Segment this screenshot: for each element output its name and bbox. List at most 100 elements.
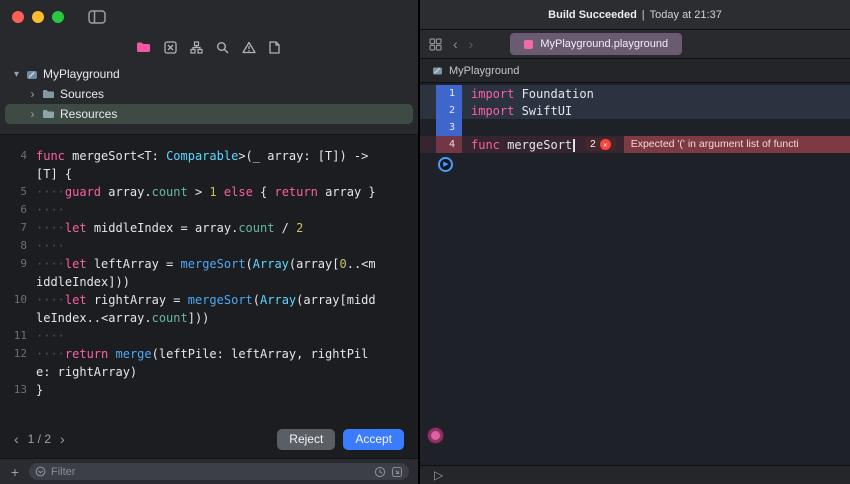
breadcrumb[interactable]: MyPlayground [420, 59, 850, 83]
code-line-12[interactable]: 12····return merge(leftPile: leftArray, … [6, 345, 410, 381]
run-button[interactable]: ▷ [434, 469, 443, 481]
code-line-4[interactable]: 4func mergeSort<T: Comparable>(_ array: … [6, 147, 410, 183]
line-number: 13 [6, 381, 36, 399]
code-text: ····guard array.count > 1 else { return … [36, 183, 381, 201]
search-icon [216, 41, 229, 54]
tree-item-sources[interactable]: › Sources [5, 84, 413, 104]
traffic-lights [12, 11, 64, 23]
editor-layout-button[interactable] [429, 38, 442, 51]
code-line-4[interactable]: 4func mergeSort2✕Expected '(' in argumen… [420, 136, 850, 153]
filter-icon [35, 466, 46, 477]
editor-lines: 1import Foundation2import SwiftUI34func … [420, 85, 850, 153]
chevron-right-icon[interactable]: › [28, 87, 37, 101]
add-button[interactable]: + [9, 464, 21, 480]
recents-icon[interactable] [374, 466, 386, 478]
filter-field[interactable] [29, 463, 409, 480]
reject-button[interactable]: Reject [277, 429, 335, 450]
line-number: 10 [6, 291, 36, 309]
scope-icon[interactable] [391, 466, 403, 478]
suggestion-pager: ‹ 1 / 2 › [14, 431, 65, 447]
navigator-toolbar [0, 34, 418, 60]
build-status-text: Build Succeeded [548, 9, 637, 21]
tree-item-myplayground[interactable]: ▾ MyPlayground [5, 64, 413, 84]
editor-bottom-bar: ▷ [420, 465, 850, 484]
pager-previous-button[interactable]: ‹ [14, 431, 19, 447]
suggestion-footer: ‹ 1 / 2 › Reject Accept [0, 420, 418, 458]
code-line-6[interactable]: 6···· [6, 201, 410, 219]
run-playground-button[interactable]: ▶ [438, 157, 453, 172]
bookmarks-navigator-button[interactable] [164, 41, 177, 54]
code-text: import Foundation [462, 87, 594, 101]
line-number: 7 [6, 219, 36, 237]
navigator-filter-bar: + [0, 458, 418, 484]
warning-icon [242, 41, 256, 54]
playground-file-icon [524, 40, 533, 49]
hierarchy-icon [190, 41, 203, 54]
error-banner[interactable]: Expected '(' in argument list of functi [624, 136, 850, 153]
code-text: ····let leftArray = mergeSort(Array(arra… [36, 255, 381, 291]
editor-panel: Build Succeeded | Today at 21:37 ‹ › MyP… [420, 0, 850, 484]
code-text: ····return merge(leftPile: leftArray, ri… [36, 345, 381, 381]
status-separator: | [642, 9, 645, 21]
x-square-icon [164, 41, 177, 54]
color-dot-indicator[interactable] [428, 428, 443, 443]
line-number: 4 [6, 147, 36, 165]
code-line-11[interactable]: 11···· [6, 327, 410, 345]
code-line-5[interactable]: 5····guard array.count > 1 else { return… [6, 183, 410, 201]
tree-item-label: MyPlayground [43, 67, 120, 81]
pager-next-button[interactable]: › [60, 431, 65, 447]
disclosure-down-icon[interactable]: ▾ [12, 69, 21, 80]
navigate-forward-button[interactable]: › [469, 36, 474, 52]
file-tree: ▾ MyPlayground › Sources › Resources [0, 60, 418, 134]
line-number: 9 [6, 255, 36, 273]
line-number: 8 [6, 237, 36, 255]
toggle-sidebar-button[interactable] [88, 10, 106, 24]
document-icon [269, 41, 280, 54]
chevron-right-icon[interactable]: › [28, 107, 37, 121]
tab-myplayground[interactable]: MyPlayground.playground [510, 33, 682, 55]
project-navigator-button[interactable] [136, 41, 151, 53]
tree-item-resources[interactable]: › Resources [5, 104, 413, 124]
accept-button[interactable]: Accept [343, 429, 404, 450]
tab-title: MyPlayground.playground [540, 38, 668, 50]
line-number: 12 [6, 345, 36, 363]
line-number: 5 [6, 183, 36, 201]
code-line-8[interactable]: 8···· [6, 237, 410, 255]
minimize-button[interactable] [32, 11, 44, 23]
source-editor[interactable]: 1import Foundation2import SwiftUI34func … [420, 83, 850, 465]
build-timestamp: Today at 21:37 [650, 9, 722, 21]
symbol-navigator-button[interactable] [190, 41, 203, 54]
code-line-7[interactable]: 7····let middleIndex = array.count / 2 [6, 219, 410, 237]
folder-icon [42, 109, 55, 119]
code-line-1[interactable]: 1import Foundation [420, 85, 850, 102]
code-text: ···· [36, 237, 381, 255]
zoom-button[interactable] [52, 11, 64, 23]
tree-item-label: Resources [60, 107, 117, 121]
window-titlebar [0, 0, 418, 34]
breadcrumb-label: MyPlayground [449, 65, 519, 77]
code-text: ···· [36, 327, 381, 345]
code-text: import SwiftUI [462, 104, 572, 118]
filter-input[interactable] [51, 466, 369, 478]
code-text: ····let middleIndex = array.count / 2 [36, 219, 381, 237]
code-line-3[interactable]: 3 [420, 119, 850, 136]
grid-icon [429, 38, 442, 51]
issue-navigator-button[interactable] [242, 41, 256, 54]
close-button[interactable] [12, 11, 24, 23]
folder-icon [42, 89, 55, 99]
error-count-badge[interactable]: 2✕ [585, 138, 616, 151]
code-text: func mergeSort [462, 138, 575, 152]
code-line-13[interactable]: 13} [6, 381, 410, 399]
play-icon: ▶ [443, 161, 448, 168]
code-text: } [36, 381, 381, 399]
navigate-back-button[interactable]: ‹ [453, 36, 458, 52]
code-line-9[interactable]: 9····let leftArray = mergeSort(Array(arr… [6, 255, 410, 291]
navigator-panel: ▾ MyPlayground › Sources › Resources [0, 0, 420, 484]
error-x-icon: ✕ [600, 139, 611, 150]
code-line-2[interactable]: 2import SwiftUI [420, 102, 850, 119]
playground-icon [432, 66, 443, 76]
code-line-10[interactable]: 10····let rightArray = mergeSort(Array(a… [6, 291, 410, 327]
find-navigator-button[interactable] [216, 41, 229, 54]
code-text: ···· [36, 201, 381, 219]
report-navigator-button[interactable] [269, 41, 280, 54]
